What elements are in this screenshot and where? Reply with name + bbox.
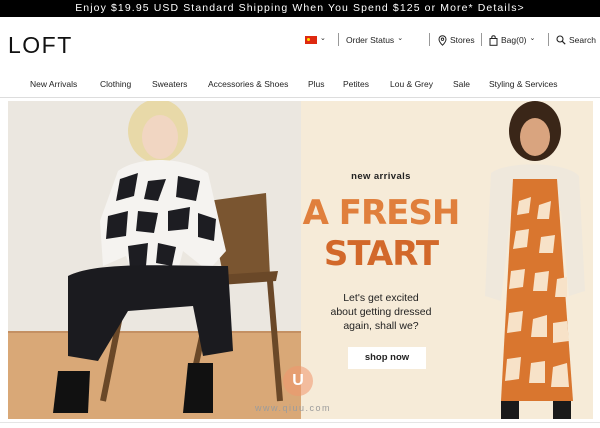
divider (481, 33, 482, 46)
location-pin-icon (438, 34, 447, 46)
chevron-down-icon: ⌄ (397, 35, 404, 42)
chevron-down-icon: ⌄ (320, 35, 326, 42)
country-selector[interactable]: ⌄ (305, 34, 326, 46)
nav-item-accessories-shoes[interactable]: Accessories & Shoes (208, 79, 288, 89)
bag-label: Bag(0) (501, 35, 527, 45)
stores-label: Stores (450, 35, 475, 45)
nav-item-lou-grey[interactable]: Lou & Grey (390, 79, 433, 89)
search-button[interactable]: Search (556, 34, 596, 46)
hero-eyebrow: new arrivals (351, 171, 411, 182)
main-nav: New Arrivals Clothing Sweaters Accessori… (0, 71, 600, 98)
chevron-down-icon: ⌄ (529, 35, 536, 42)
nav-item-styling-services[interactable]: Styling & Services (489, 79, 558, 89)
model-photo (461, 101, 593, 419)
nav-item-petites[interactable]: Petites (343, 79, 369, 89)
stores-link[interactable]: Stores (438, 34, 475, 46)
watermark-text: www.qiuu.com (255, 403, 332, 413)
nav-item-clothing[interactable]: Clothing (100, 79, 131, 89)
order-status-menu[interactable]: Order Status ⌄ (346, 34, 403, 46)
divider (548, 33, 549, 46)
loft-logo[interactable]: LOFT (8, 32, 73, 59)
hero-body-copy: Let's get excited about getting dressed … (301, 291, 461, 333)
search-icon (556, 35, 566, 45)
search-label: Search (569, 35, 596, 45)
hero-copy-panel: new arrivals A FRESH START Let's get exc… (301, 101, 461, 419)
hero-image-model-dress (461, 101, 593, 419)
hero-image-model-chair (8, 101, 301, 419)
divider (338, 33, 339, 46)
promo-banner[interactable]: Enjoy $19.95 USD Standard Shipping When … (0, 0, 600, 17)
nav-item-plus[interactable]: Plus (308, 79, 325, 89)
divider (0, 422, 600, 423)
hero-headline-line-1: A FRESH (302, 193, 461, 233)
china-flag-icon (305, 36, 317, 44)
hero-body-line: about getting dressed (330, 306, 432, 318)
model-photo (8, 101, 301, 419)
hero-body-line: Let's get excited (343, 292, 419, 304)
bag-button[interactable]: Bag(0) ⌄ (489, 34, 535, 46)
order-status-label: Order Status (346, 35, 395, 45)
shop-now-button[interactable]: shop now (348, 347, 426, 369)
shopping-bag-icon (489, 34, 498, 46)
watermark-logo: U (283, 366, 313, 396)
nav-item-sale[interactable]: Sale (453, 79, 470, 89)
hero-body-line: again, shall we? (343, 320, 419, 332)
hero-headline-line-2: START (323, 234, 439, 274)
nav-item-new-arrivals[interactable]: New Arrivals (30, 79, 77, 89)
nav-item-sweaters[interactable]: Sweaters (152, 79, 187, 89)
site-header: LOFT ⌄ Order Status ⌄ Stores Bag(0) ⌄ Se… (0, 17, 600, 71)
divider (429, 33, 430, 46)
